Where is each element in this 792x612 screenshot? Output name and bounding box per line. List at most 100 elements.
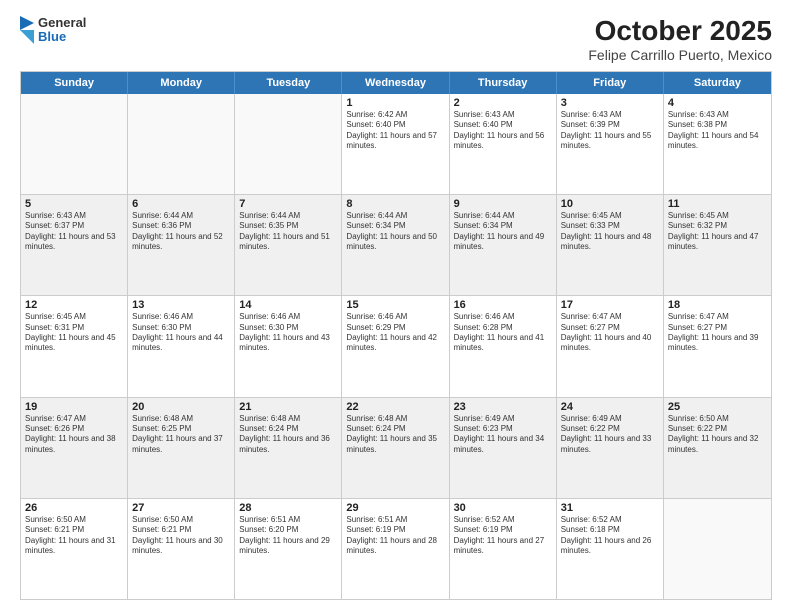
page: General Blue October 2025 Felipe Carrill…: [0, 0, 792, 612]
calendar-cell: 24Sunrise: 6:49 AM Sunset: 6:22 PM Dayli…: [557, 398, 664, 498]
calendar-week-3: 12Sunrise: 6:45 AM Sunset: 6:31 PM Dayli…: [21, 296, 771, 397]
calendar-cell: 3Sunrise: 6:43 AM Sunset: 6:39 PM Daylig…: [557, 94, 664, 194]
day-info: Sunrise: 6:52 AM Sunset: 6:18 PM Dayligh…: [561, 515, 659, 557]
calendar-cell: 21Sunrise: 6:48 AM Sunset: 6:24 PM Dayli…: [235, 398, 342, 498]
day-info: Sunrise: 6:48 AM Sunset: 6:25 PM Dayligh…: [132, 414, 230, 456]
calendar-cell: 16Sunrise: 6:46 AM Sunset: 6:28 PM Dayli…: [450, 296, 557, 396]
header-saturday: Saturday: [664, 72, 771, 94]
day-info: Sunrise: 6:43 AM Sunset: 6:39 PM Dayligh…: [561, 110, 659, 152]
calendar-cell: 1Sunrise: 6:42 AM Sunset: 6:40 PM Daylig…: [342, 94, 449, 194]
day-number: 21: [239, 401, 337, 413]
day-number: 7: [239, 198, 337, 210]
day-info: Sunrise: 6:42 AM Sunset: 6:40 PM Dayligh…: [346, 110, 444, 152]
day-info: Sunrise: 6:43 AM Sunset: 6:37 PM Dayligh…: [25, 211, 123, 253]
day-info: Sunrise: 6:44 AM Sunset: 6:36 PM Dayligh…: [132, 211, 230, 253]
day-info: Sunrise: 6:47 AM Sunset: 6:27 PM Dayligh…: [561, 312, 659, 354]
day-number: 20: [132, 401, 230, 413]
day-info: Sunrise: 6:51 AM Sunset: 6:19 PM Dayligh…: [346, 515, 444, 557]
title-block: October 2025 Felipe Carrillo Puerto, Mex…: [588, 16, 772, 63]
calendar-cell: [21, 94, 128, 194]
day-info: Sunrise: 6:44 AM Sunset: 6:34 PM Dayligh…: [346, 211, 444, 253]
day-info: Sunrise: 6:51 AM Sunset: 6:20 PM Dayligh…: [239, 515, 337, 557]
calendar-subtitle: Felipe Carrillo Puerto, Mexico: [588, 47, 772, 63]
logo: General Blue: [20, 16, 86, 45]
day-number: 26: [25, 502, 123, 514]
day-number: 11: [668, 198, 767, 210]
day-info: Sunrise: 6:48 AM Sunset: 6:24 PM Dayligh…: [239, 414, 337, 456]
day-number: 2: [454, 97, 552, 109]
calendar-cell: 15Sunrise: 6:46 AM Sunset: 6:29 PM Dayli…: [342, 296, 449, 396]
day-number: 9: [454, 198, 552, 210]
day-number: 31: [561, 502, 659, 514]
day-info: Sunrise: 6:47 AM Sunset: 6:26 PM Dayligh…: [25, 414, 123, 456]
day-info: Sunrise: 6:46 AM Sunset: 6:28 PM Dayligh…: [454, 312, 552, 354]
day-info: Sunrise: 6:46 AM Sunset: 6:30 PM Dayligh…: [239, 312, 337, 354]
calendar-cell: 8Sunrise: 6:44 AM Sunset: 6:34 PM Daylig…: [342, 195, 449, 295]
calendar-cell: 30Sunrise: 6:52 AM Sunset: 6:19 PM Dayli…: [450, 499, 557, 599]
day-number: 4: [668, 97, 767, 109]
logo-blue: Blue: [38, 30, 86, 44]
header-monday: Monday: [128, 72, 235, 94]
day-info: Sunrise: 6:50 AM Sunset: 6:21 PM Dayligh…: [25, 515, 123, 557]
calendar-cell: 22Sunrise: 6:48 AM Sunset: 6:24 PM Dayli…: [342, 398, 449, 498]
calendar-cell: 23Sunrise: 6:49 AM Sunset: 6:23 PM Dayli…: [450, 398, 557, 498]
calendar: Sunday Monday Tuesday Wednesday Thursday…: [20, 71, 772, 600]
calendar-week-2: 5Sunrise: 6:43 AM Sunset: 6:37 PM Daylig…: [21, 195, 771, 296]
day-info: Sunrise: 6:44 AM Sunset: 6:34 PM Dayligh…: [454, 211, 552, 253]
logo-triangle-icon: [20, 16, 34, 44]
day-info: Sunrise: 6:43 AM Sunset: 6:40 PM Dayligh…: [454, 110, 552, 152]
day-number: 1: [346, 97, 444, 109]
calendar-cell: 5Sunrise: 6:43 AM Sunset: 6:37 PM Daylig…: [21, 195, 128, 295]
day-info: Sunrise: 6:45 AM Sunset: 6:33 PM Dayligh…: [561, 211, 659, 253]
day-info: Sunrise: 6:52 AM Sunset: 6:19 PM Dayligh…: [454, 515, 552, 557]
day-info: Sunrise: 6:45 AM Sunset: 6:32 PM Dayligh…: [668, 211, 767, 253]
calendar-cell: 31Sunrise: 6:52 AM Sunset: 6:18 PM Dayli…: [557, 499, 664, 599]
calendar-cell: 9Sunrise: 6:44 AM Sunset: 6:34 PM Daylig…: [450, 195, 557, 295]
day-number: 17: [561, 299, 659, 311]
logo-general: General: [38, 16, 86, 30]
calendar-cell: 14Sunrise: 6:46 AM Sunset: 6:30 PM Dayli…: [235, 296, 342, 396]
day-number: 14: [239, 299, 337, 311]
calendar-cell: 18Sunrise: 6:47 AM Sunset: 6:27 PM Dayli…: [664, 296, 771, 396]
day-info: Sunrise: 6:50 AM Sunset: 6:22 PM Dayligh…: [668, 414, 767, 456]
calendar-cell: 11Sunrise: 6:45 AM Sunset: 6:32 PM Dayli…: [664, 195, 771, 295]
day-info: Sunrise: 6:46 AM Sunset: 6:30 PM Dayligh…: [132, 312, 230, 354]
calendar-title: October 2025: [588, 16, 772, 47]
calendar-week-4: 19Sunrise: 6:47 AM Sunset: 6:26 PM Dayli…: [21, 398, 771, 499]
day-info: Sunrise: 6:43 AM Sunset: 6:38 PM Dayligh…: [668, 110, 767, 152]
day-number: 6: [132, 198, 230, 210]
calendar-cell: 13Sunrise: 6:46 AM Sunset: 6:30 PM Dayli…: [128, 296, 235, 396]
day-info: Sunrise: 6:50 AM Sunset: 6:21 PM Dayligh…: [132, 515, 230, 557]
calendar-cell: 29Sunrise: 6:51 AM Sunset: 6:19 PM Dayli…: [342, 499, 449, 599]
calendar-body: 1Sunrise: 6:42 AM Sunset: 6:40 PM Daylig…: [21, 94, 771, 599]
day-number: 24: [561, 401, 659, 413]
day-number: 27: [132, 502, 230, 514]
day-number: 13: [132, 299, 230, 311]
day-number: 29: [346, 502, 444, 514]
calendar-cell: 28Sunrise: 6:51 AM Sunset: 6:20 PM Dayli…: [235, 499, 342, 599]
calendar-week-1: 1Sunrise: 6:42 AM Sunset: 6:40 PM Daylig…: [21, 94, 771, 195]
day-number: 23: [454, 401, 552, 413]
calendar-cell: [664, 499, 771, 599]
header-sunday: Sunday: [21, 72, 128, 94]
day-number: 28: [239, 502, 337, 514]
day-number: 18: [668, 299, 767, 311]
day-number: 25: [668, 401, 767, 413]
day-number: 5: [25, 198, 123, 210]
day-number: 12: [25, 299, 123, 311]
calendar-cell: 10Sunrise: 6:45 AM Sunset: 6:33 PM Dayli…: [557, 195, 664, 295]
day-number: 19: [25, 401, 123, 413]
day-info: Sunrise: 6:47 AM Sunset: 6:27 PM Dayligh…: [668, 312, 767, 354]
header: General Blue October 2025 Felipe Carrill…: [20, 16, 772, 63]
calendar-cell: 25Sunrise: 6:50 AM Sunset: 6:22 PM Dayli…: [664, 398, 771, 498]
calendar-cell: [128, 94, 235, 194]
calendar-week-5: 26Sunrise: 6:50 AM Sunset: 6:21 PM Dayli…: [21, 499, 771, 599]
calendar-cell: 27Sunrise: 6:50 AM Sunset: 6:21 PM Dayli…: [128, 499, 235, 599]
calendar-cell: 19Sunrise: 6:47 AM Sunset: 6:26 PM Dayli…: [21, 398, 128, 498]
day-info: Sunrise: 6:46 AM Sunset: 6:29 PM Dayligh…: [346, 312, 444, 354]
day-info: Sunrise: 6:45 AM Sunset: 6:31 PM Dayligh…: [25, 312, 123, 354]
day-number: 3: [561, 97, 659, 109]
calendar-cell: 17Sunrise: 6:47 AM Sunset: 6:27 PM Dayli…: [557, 296, 664, 396]
calendar-cell: 6Sunrise: 6:44 AM Sunset: 6:36 PM Daylig…: [128, 195, 235, 295]
day-number: 30: [454, 502, 552, 514]
